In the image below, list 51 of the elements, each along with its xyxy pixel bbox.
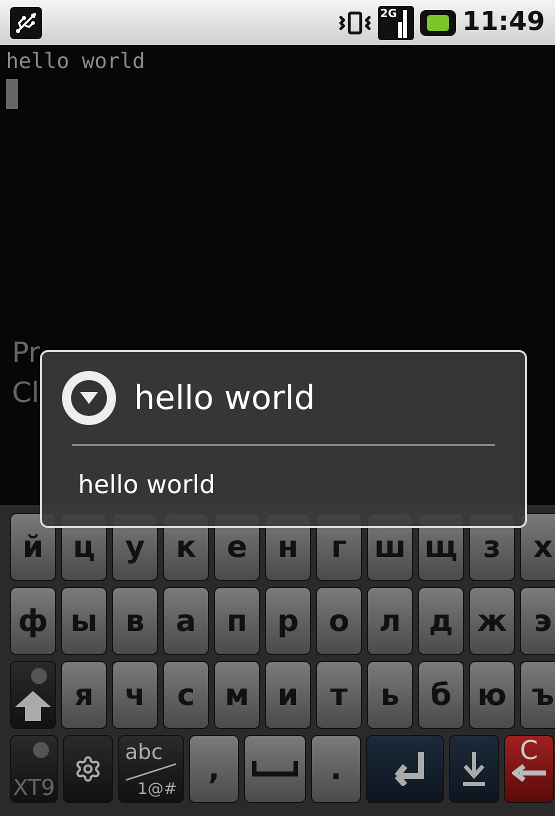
shift-key[interactable] [10,661,56,729]
space-key[interactable] [244,735,306,803]
key[interactable]: ю [469,661,515,729]
popup-title: hello world [134,377,316,420]
key[interactable]: э [520,587,555,655]
key[interactable]: ф [10,587,56,655]
key[interactable]: в [112,587,158,655]
key[interactable]: с [163,661,209,729]
backspace-arrow-icon [512,764,546,782]
key[interactable]: ы [61,587,107,655]
symbols-key[interactable]: abc 1@# [118,735,184,803]
clock-time: 11:49 [462,6,545,39]
key[interactable]: а [163,587,209,655]
key[interactable]: р [265,587,311,655]
key[interactable]: ъ [520,661,555,729]
settings-icon [74,755,102,783]
hide-keyboard-key[interactable] [449,735,499,803]
key[interactable]: т [316,661,362,729]
exit-message: Cl [12,375,40,411]
terminal-line: hello world [6,48,146,75]
key[interactable]: ь [367,661,413,729]
shift-arrow-icon [14,690,52,722]
key[interactable]: й [10,513,56,581]
key[interactable]: л [367,587,413,655]
key[interactable]: , [189,735,239,803]
xt9-label: XT9 [12,778,56,800]
key[interactable]: о [316,587,362,655]
key[interactable]: х [520,513,555,581]
key[interactable]: п [214,587,260,655]
settings-key[interactable] [63,735,113,803]
key[interactable]: . [311,735,361,803]
signal-icon: 2G [378,6,414,40]
delete-key[interactable]: C [504,735,554,803]
key[interactable]: б [418,661,464,729]
abc-label: abc [125,742,163,762]
popup-item[interactable]: hello world [62,446,505,504]
battery-charging-icon [420,10,456,36]
space-icon [252,761,298,777]
key[interactable]: ч [112,661,158,729]
exit-message: Pr [12,335,40,371]
key[interactable]: м [214,661,260,729]
key[interactable]: я [61,661,107,729]
key[interactable]: и [265,661,311,729]
key[interactable]: д [418,587,464,655]
key[interactable]: ж [469,587,515,655]
down-arrow-icon [461,752,487,786]
symbols-label: 1@# [137,780,177,796]
enter-key[interactable] [366,735,444,803]
slash-line [125,762,177,780]
xt9-key[interactable]: XT9 [10,735,58,803]
usb-icon [10,6,42,38]
